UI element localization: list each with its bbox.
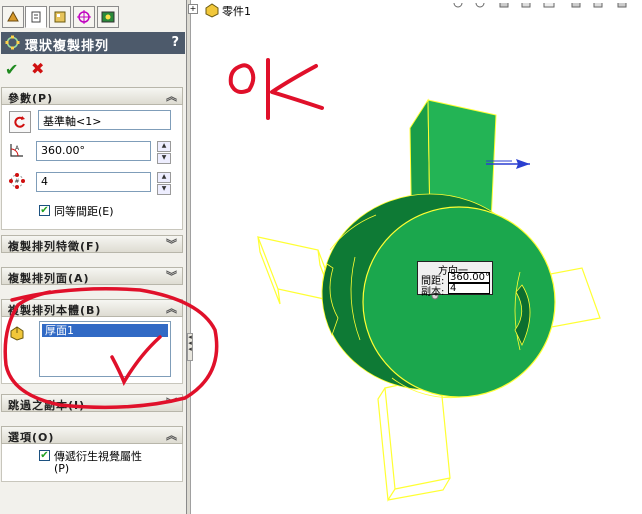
propagate-visual-properties-shortcut: (P) xyxy=(54,462,70,475)
configuration-manager-icon[interactable] xyxy=(49,6,71,28)
cancel-button[interactable]: ✖ xyxy=(31,59,44,78)
angle-icon: A xyxy=(7,140,27,160)
direction-callout: 方向一 間距: 360.00° 副本: 4 xyxy=(417,261,493,298)
features-group-title: 複製排列特徵(F) xyxy=(8,240,101,253)
page-title: 環狀複製排列 xyxy=(25,39,110,54)
equal-spacing-checkbox[interactable]: ✔ xyxy=(39,205,50,216)
svg-text:#: # xyxy=(15,178,20,185)
callout-spacing-value[interactable]: 360.00° xyxy=(448,272,490,283)
reverse-direction-icon[interactable] xyxy=(9,111,31,133)
callout-instances-label: 副本: xyxy=(421,287,445,298)
instances-field[interactable]: 4 xyxy=(36,172,151,192)
chevron-up-icon[interactable]: ︽ xyxy=(166,88,177,104)
axis-field[interactable]: 基準軸<1> xyxy=(38,110,171,130)
ok-button[interactable]: ✔ xyxy=(5,60,18,79)
handwritten-circle-annotation xyxy=(3,287,219,410)
chevron-up-icon[interactable]: ︽ xyxy=(166,427,177,443)
angle-spinner[interactable]: ▲ ▼ xyxy=(157,141,171,164)
parameters-group-header[interactable]: 參數(P) ︽ xyxy=(1,87,183,105)
feature-manager-icon[interactable] xyxy=(2,6,24,28)
callout-instances-value[interactable]: 4 xyxy=(448,283,490,294)
propagate-visual-properties-checkbox[interactable]: ✔ xyxy=(39,450,50,461)
dimxpert-icon[interactable] xyxy=(73,6,95,28)
equal-spacing-label: 同等間距(E) xyxy=(54,205,114,218)
options-group-header[interactable]: 選項(O) ︽ xyxy=(1,426,183,444)
help-button[interactable]: ? xyxy=(171,35,179,50)
manager-tabs xyxy=(0,6,187,31)
property-manager-title-bar: 環狀複製排列 ? xyxy=(1,32,185,54)
svg-text:A: A xyxy=(15,145,20,152)
property-manager-panel: 環狀複製排列 ? ✔ ✖ 參數(P) ︽ 基準軸<1> A 360.00° ▲ ▼… xyxy=(0,0,187,514)
display-manager-icon[interactable] xyxy=(97,6,119,28)
features-group-header[interactable]: 複製排列特徵(F) ︾ xyxy=(1,235,183,253)
instances-spinner[interactable]: ▲ ▼ xyxy=(157,172,171,195)
graphics-viewport[interactable]: oK xyxy=(191,0,642,514)
angle-field[interactable]: 360.00° xyxy=(36,141,151,161)
options-group-title: 選項(O) xyxy=(8,431,55,444)
circular-pattern-icon xyxy=(5,35,20,50)
handwritten-ok: oK xyxy=(228,58,324,120)
property-manager-icon[interactable] xyxy=(25,6,47,28)
chevron-down-icon[interactable]: ︾ xyxy=(166,236,177,252)
parameters-group-title: 參數(P) xyxy=(8,92,54,105)
instances-icon: # xyxy=(7,171,27,191)
